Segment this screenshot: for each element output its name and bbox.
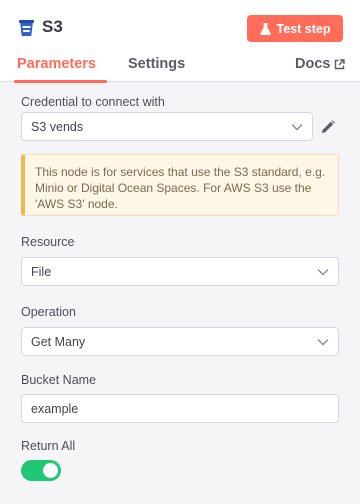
resource-select[interactable]: File xyxy=(21,257,339,286)
active-tab-indicator xyxy=(14,80,107,83)
toggle-knob xyxy=(43,463,58,478)
tab-parameters[interactable]: Parameters xyxy=(17,56,96,72)
tab-settings[interactable]: Settings xyxy=(128,56,185,72)
resource-label: Resource xyxy=(21,235,75,249)
credential-label: Credential to connect with xyxy=(21,95,165,109)
credential-select[interactable]: S3 vends xyxy=(21,112,313,141)
credential-value: S3 vends xyxy=(31,119,84,134)
chevron-down-icon xyxy=(317,269,329,276)
tab-docs[interactable]: Docs xyxy=(295,56,346,72)
test-step-button[interactable]: Test step xyxy=(247,15,343,42)
chevron-down-icon xyxy=(291,124,303,131)
bucket-name-input[interactable]: example xyxy=(21,394,339,423)
bucket-icon xyxy=(19,20,34,36)
chevron-down-icon xyxy=(317,339,329,346)
external-link-icon xyxy=(335,58,346,69)
node-settings-panel: S3 Test step Parameters Settings Docs Cr… xyxy=(0,0,360,504)
operation-label: Operation xyxy=(21,305,76,319)
test-step-label: Test step xyxy=(276,21,331,36)
panel-header: S3 Test step Parameters Settings Docs xyxy=(0,0,360,83)
bucket-name-label: Bucket Name xyxy=(21,373,97,387)
s3-info-notice: This node is for services that use the S… xyxy=(21,154,339,216)
operation-select[interactable]: Get Many xyxy=(21,327,339,356)
edit-credential-icon[interactable] xyxy=(321,120,335,134)
operation-value: Get Many xyxy=(31,334,86,349)
flask-icon xyxy=(259,22,271,35)
return-all-label: Return All xyxy=(21,439,76,453)
return-all-toggle[interactable] xyxy=(21,460,61,481)
tab-bar: Parameters Settings Docs xyxy=(0,53,360,83)
resource-value: File xyxy=(31,264,52,279)
tab-docs-label: Docs xyxy=(295,56,331,72)
bucket-name-value: example xyxy=(31,401,79,416)
node-title: S3 xyxy=(42,17,63,36)
